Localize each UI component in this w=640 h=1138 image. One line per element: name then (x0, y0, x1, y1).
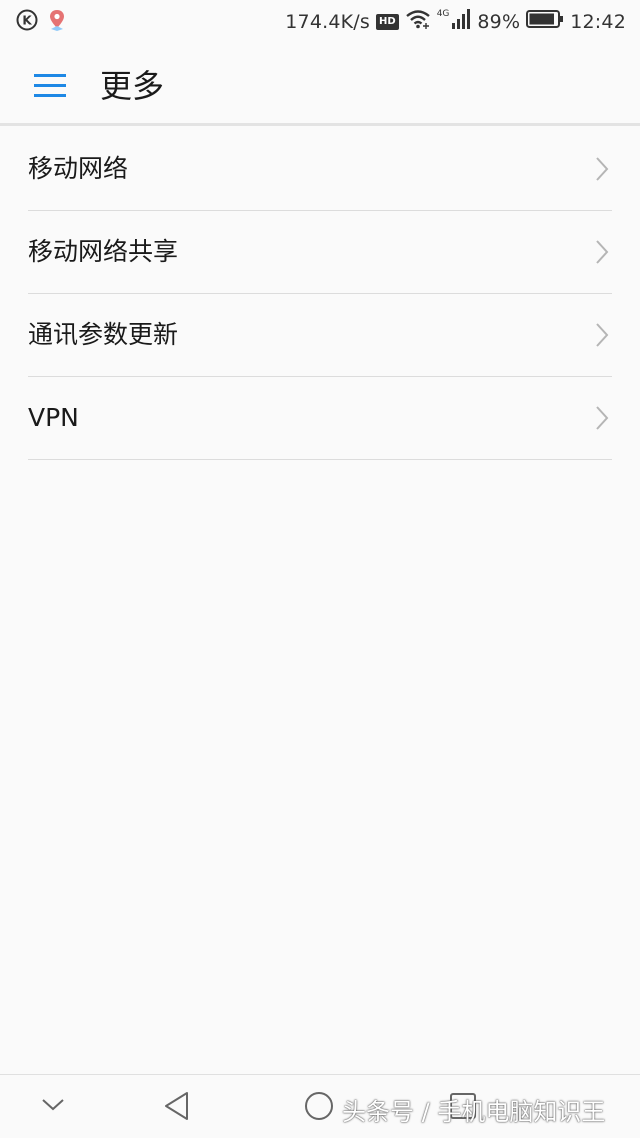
back-button[interactable] (160, 1089, 194, 1128)
chevron-right-icon (594, 405, 610, 431)
chevron-right-icon (594, 156, 610, 182)
chevron-down-icon (38, 1099, 68, 1121)
list-item-tethering[interactable]: 移动网络共享 (28, 211, 612, 294)
app-bar: 更多 (0, 44, 640, 126)
network-speed: 174.4K/s (285, 11, 371, 33)
list-item-mobile-network[interactable]: 移动网络 (28, 128, 612, 211)
list-item-carrier-update[interactable]: 通讯参数更新 (28, 294, 612, 377)
hd-badge: HD (376, 14, 399, 30)
home-circle-icon (302, 1092, 336, 1127)
page-title: 更多 (100, 67, 165, 105)
list-item-vpn[interactable]: VPN (28, 377, 612, 460)
clock: 12:42 (570, 11, 626, 33)
status-left-icons: K (16, 8, 68, 37)
home-button[interactable] (302, 1089, 336, 1128)
chevron-right-icon (594, 239, 610, 265)
list-item-label: 移动网络共享 (28, 237, 179, 266)
status-bar: K 174.4K/s HD 4G 89% 12:42 (0, 0, 640, 44)
k-circle-icon: K (16, 9, 38, 36)
svg-text:K: K (22, 13, 32, 27)
network-type-label: 4G (436, 9, 450, 19)
maps-pin-icon (46, 8, 68, 37)
back-triangle-icon (160, 1092, 194, 1127)
battery-percent: 89% (477, 11, 521, 33)
signal-icon (451, 8, 471, 36)
watermark-text: 头条号 / 手机电脑知识王 (342, 1098, 606, 1126)
hamburger-menu-icon (26, 74, 74, 110)
wifi-icon (405, 8, 431, 36)
list-item-label: 移动网络 (28, 154, 129, 183)
battery-icon (526, 9, 564, 35)
settings-list: 移动网络 移动网络共享 通讯参数更新 VPN (28, 128, 612, 460)
status-right: 174.4K/s HD 4G 89% 12:42 (285, 8, 626, 36)
list-item-label: 通讯参数更新 (28, 320, 179, 349)
list-item-label: VPN (28, 403, 79, 432)
chevron-right-icon (594, 322, 610, 348)
menu-button[interactable] (26, 66, 74, 106)
hide-nav-button[interactable] (38, 1093, 68, 1122)
